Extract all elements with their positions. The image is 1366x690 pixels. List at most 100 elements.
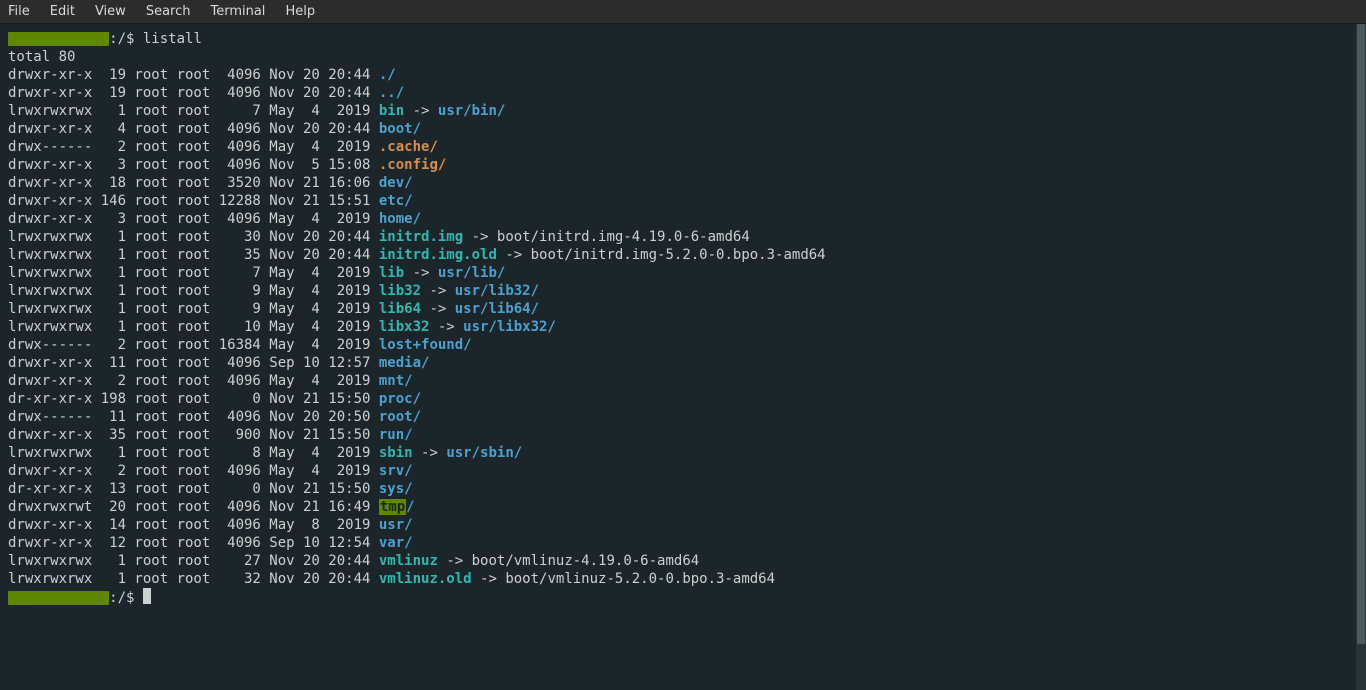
- filename: lib64: [379, 301, 421, 317]
- link-target: boot/vmlinuz-5.2.0-0.bpo.3-amd64: [505, 571, 775, 587]
- filename: sbin: [379, 445, 413, 461]
- filename: etc/: [379, 193, 413, 209]
- row-meta: lrwxrwxrwx 1 root root 27 Nov 20 20:44: [8, 553, 379, 569]
- row-meta: dr-xr-xr-x 198 root root 0 Nov 21 15:50: [8, 391, 379, 407]
- list-row: drwx------ 11 root root 4096 Nov 20 20:5…: [8, 408, 1358, 426]
- arrow: ->: [497, 247, 531, 263]
- arrow: ->: [421, 301, 455, 317]
- filename: .config/: [379, 157, 446, 173]
- arrow: ->: [472, 571, 506, 587]
- filename: media/: [379, 355, 430, 371]
- filename: boot/: [379, 121, 421, 137]
- row-meta: drwx------ 2 root root 4096 May 4 2019: [8, 139, 379, 155]
- list-row: drwxr-xr-x 12 root root 4096 Sep 10 12:5…: [8, 534, 1358, 552]
- list-row: drwxr-xr-x 3 root root 4096 Nov 5 15:08 …: [8, 156, 1358, 174]
- arrow: ->: [429, 319, 463, 335]
- arrow: ->: [421, 283, 455, 299]
- row-meta: lrwxrwxrwx 1 root root 9 May 4 2019: [8, 301, 379, 317]
- filename: bin: [379, 103, 404, 119]
- terminal-output[interactable]: :/$ listalltotal 80drwxr-xr-x 19 root ro…: [0, 24, 1366, 612]
- menu-help[interactable]: Help: [285, 4, 315, 19]
- list-row: lrwxrwxrwx 1 root root 27 Nov 20 20:44 v…: [8, 552, 1358, 570]
- filename: libx32: [379, 319, 430, 335]
- list-row: drwxr-xr-x 4 root root 4096 Nov 20 20:44…: [8, 120, 1358, 138]
- list-row: lrwxrwxrwx 1 root root 32 Nov 20 20:44 v…: [8, 570, 1358, 588]
- filename: srv/: [379, 463, 413, 479]
- list-row: drwxr-xr-x 35 root root 900 Nov 21 15:50…: [8, 426, 1358, 444]
- filename: lib32: [379, 283, 421, 299]
- filename: usr/: [379, 517, 413, 533]
- row-meta: lrwxrwxrwx 1 root root 9 May 4 2019: [8, 283, 379, 299]
- prompt-user-redacted: [8, 591, 109, 605]
- prompt-line-idle: :/$: [8, 588, 1358, 606]
- slash: /: [406, 499, 414, 515]
- menu-search[interactable]: Search: [146, 4, 191, 19]
- link-target: usr/bin/: [438, 103, 505, 119]
- link-target: boot/initrd.img-5.2.0-0.bpo.3-amd64: [531, 247, 826, 263]
- list-row: lrwxrwxrwx 1 root root 9 May 4 2019 lib6…: [8, 300, 1358, 318]
- row-meta: drwxr-xr-x 3 root root 4096 May 4 2019: [8, 211, 379, 227]
- list-row: drwx------ 2 root root 16384 May 4 2019 …: [8, 336, 1358, 354]
- link-target: usr/libx32/: [463, 319, 556, 335]
- list-row: lrwxrwxrwx 1 root root 10 May 4 2019 lib…: [8, 318, 1358, 336]
- list-row: drwxr-xr-x 3 root root 4096 May 4 2019 h…: [8, 210, 1358, 228]
- row-meta: lrwxrwxrwx 1 root root 35 Nov 20 20:44: [8, 247, 379, 263]
- row-meta: drwxr-xr-x 14 root root 4096 May 8 2019: [8, 517, 379, 533]
- row-meta: drwxr-xr-x 18 root root 3520 Nov 21 16:0…: [8, 175, 379, 191]
- list-row: lrwxrwxrwx 1 root root 7 May 4 2019 bin …: [8, 102, 1358, 120]
- filename: ./: [379, 67, 396, 83]
- row-meta: drwxr-xr-x 12 root root 4096 Sep 10 12:5…: [8, 535, 379, 551]
- link-target: usr/sbin/: [446, 445, 522, 461]
- list-row: drwxrwxrwt 20 root root 4096 Nov 21 16:4…: [8, 498, 1358, 516]
- filename: sys/: [379, 481, 413, 497]
- list-row: drwx------ 2 root root 4096 May 4 2019 .…: [8, 138, 1358, 156]
- list-row: drwxr-xr-x 146 root root 12288 Nov 21 15…: [8, 192, 1358, 210]
- menu-view[interactable]: View: [95, 4, 126, 19]
- row-meta: drwxr-xr-x 4 root root 4096 Nov 20 20:44: [8, 121, 379, 137]
- filename: vmlinuz.old: [379, 571, 472, 587]
- list-row: lrwxrwxrwx 1 root root 9 May 4 2019 lib3…: [8, 282, 1358, 300]
- menu-file[interactable]: File: [8, 4, 30, 19]
- filename: home/: [379, 211, 421, 227]
- scrollbar-thumb[interactable]: [1357, 24, 1365, 644]
- list-row: drwxr-xr-x 11 root root 4096 Sep 10 12:5…: [8, 354, 1358, 372]
- row-meta: drwxr-xr-x 2 root root 4096 May 4 2019: [8, 373, 379, 389]
- list-row: lrwxrwxrwx 1 root root 30 Nov 20 20:44 i…: [8, 228, 1358, 246]
- row-meta: drwxr-xr-x 11 root root 4096 Sep 10 12:5…: [8, 355, 379, 371]
- link-target: boot/initrd.img-4.19.0-6-amd64: [497, 229, 750, 245]
- link-target: usr/lib/: [438, 265, 505, 281]
- scrollbar[interactable]: [1356, 24, 1366, 690]
- list-row: lrwxrwxrwx 1 root root 7 May 4 2019 lib …: [8, 264, 1358, 282]
- menu-edit[interactable]: Edit: [50, 4, 75, 19]
- prompt-command: listall: [143, 31, 202, 47]
- row-meta: lrwxrwxrwx 1 root root 8 May 4 2019: [8, 445, 379, 461]
- row-meta: lrwxrwxrwx 1 root root 32 Nov 20 20:44: [8, 571, 379, 587]
- list-row: drwxr-xr-x 18 root root 3520 Nov 21 16:0…: [8, 174, 1358, 192]
- filename: lost+found/: [379, 337, 472, 353]
- filename: vmlinuz: [379, 553, 438, 569]
- row-meta: lrwxrwxrwx 1 root root 30 Nov 20 20:44: [8, 229, 379, 245]
- arrow: ->: [413, 445, 447, 461]
- prompt-path: :/$: [109, 31, 143, 47]
- row-meta: drwxr-xr-x 3 root root 4096 Nov 5 15:08: [8, 157, 379, 173]
- filename: lib: [379, 265, 404, 281]
- filename: var/: [379, 535, 413, 551]
- row-meta: drwx------ 2 root root 16384 May 4 2019: [8, 337, 379, 353]
- arrow: ->: [404, 103, 438, 119]
- link-target: usr/lib64/: [455, 301, 539, 317]
- row-meta: drwxr-xr-x 19 root root 4096 Nov 20 20:4…: [8, 67, 379, 83]
- row-meta: drwxr-xr-x 146 root root 12288 Nov 21 15…: [8, 193, 379, 209]
- row-meta: drwxr-xr-x 19 root root 4096 Nov 20 20:4…: [8, 85, 379, 101]
- cursor[interactable]: [143, 588, 151, 604]
- list-row: dr-xr-xr-x 13 root root 0 Nov 21 15:50 s…: [8, 480, 1358, 498]
- filename: initrd.img.old: [379, 247, 497, 263]
- list-row: drwxr-xr-x 19 root root 4096 Nov 20 20:4…: [8, 84, 1358, 102]
- filename: ../: [379, 85, 404, 101]
- row-meta: dr-xr-xr-x 13 root root 0 Nov 21 15:50: [8, 481, 379, 497]
- filename: initrd.img: [379, 229, 463, 245]
- row-meta: lrwxrwxrwx 1 root root 7 May 4 2019: [8, 103, 379, 119]
- list-row: drwxr-xr-x 2 root root 4096 May 4 2019 m…: [8, 372, 1358, 390]
- link-target: usr/lib32/: [455, 283, 539, 299]
- prompt-path: :/$: [109, 590, 143, 606]
- menu-terminal[interactable]: Terminal: [210, 4, 265, 19]
